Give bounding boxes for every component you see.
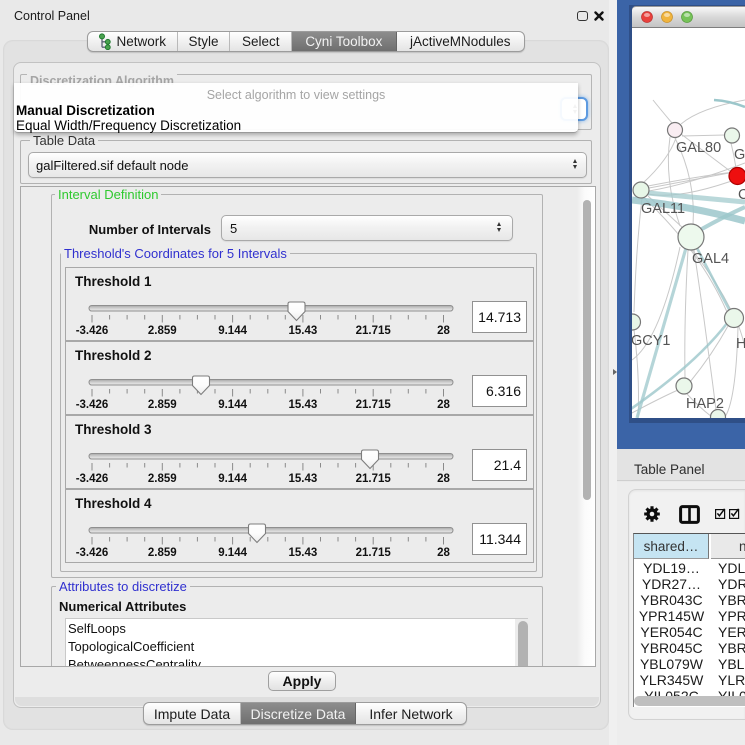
svg-text:HA: HA [736,336,745,352]
svg-text:9.144: 9.144 [218,399,247,411]
svg-text:15.43: 15.43 [289,399,318,411]
svg-text:GCY1: GCY1 [632,333,671,349]
svg-text:GAL11: GAL11 [641,201,685,217]
svg-text:21.715: 21.715 [356,399,392,411]
svg-text:9.144: 9.144 [218,473,247,485]
svg-text:-3.426: -3.426 [76,547,109,559]
svg-text:9.144: 9.144 [218,325,247,337]
svg-text:-3.426: -3.426 [76,473,109,485]
svg-text:2.859: 2.859 [148,547,177,559]
svg-text:GAL80: GAL80 [676,140,721,156]
svg-text:C: C [738,187,745,203]
svg-text:GAL: GAL [734,147,745,163]
svg-text:GAL4: GAL4 [692,251,729,267]
svg-text:28: 28 [437,473,450,485]
svg-text:28: 28 [437,399,450,411]
svg-text:2.859: 2.859 [148,325,177,337]
svg-text:2.859: 2.859 [148,473,177,485]
svg-text:21.715: 21.715 [356,473,392,485]
svg-text:-3.426: -3.426 [76,399,109,411]
svg-text:-3.426: -3.426 [76,325,109,337]
svg-text:21.715: 21.715 [356,325,392,337]
svg-text:9.144: 9.144 [218,547,247,559]
svg-text:15.43: 15.43 [289,325,318,337]
svg-text:HAP2: HAP2 [686,396,724,412]
svg-text:21.715: 21.715 [356,547,392,559]
svg-text:28: 28 [437,325,450,337]
svg-text:15.43: 15.43 [289,473,318,485]
svg-text:15.43: 15.43 [289,547,318,559]
svg-text:28: 28 [437,547,450,559]
svg-text:2.859: 2.859 [148,399,177,411]
